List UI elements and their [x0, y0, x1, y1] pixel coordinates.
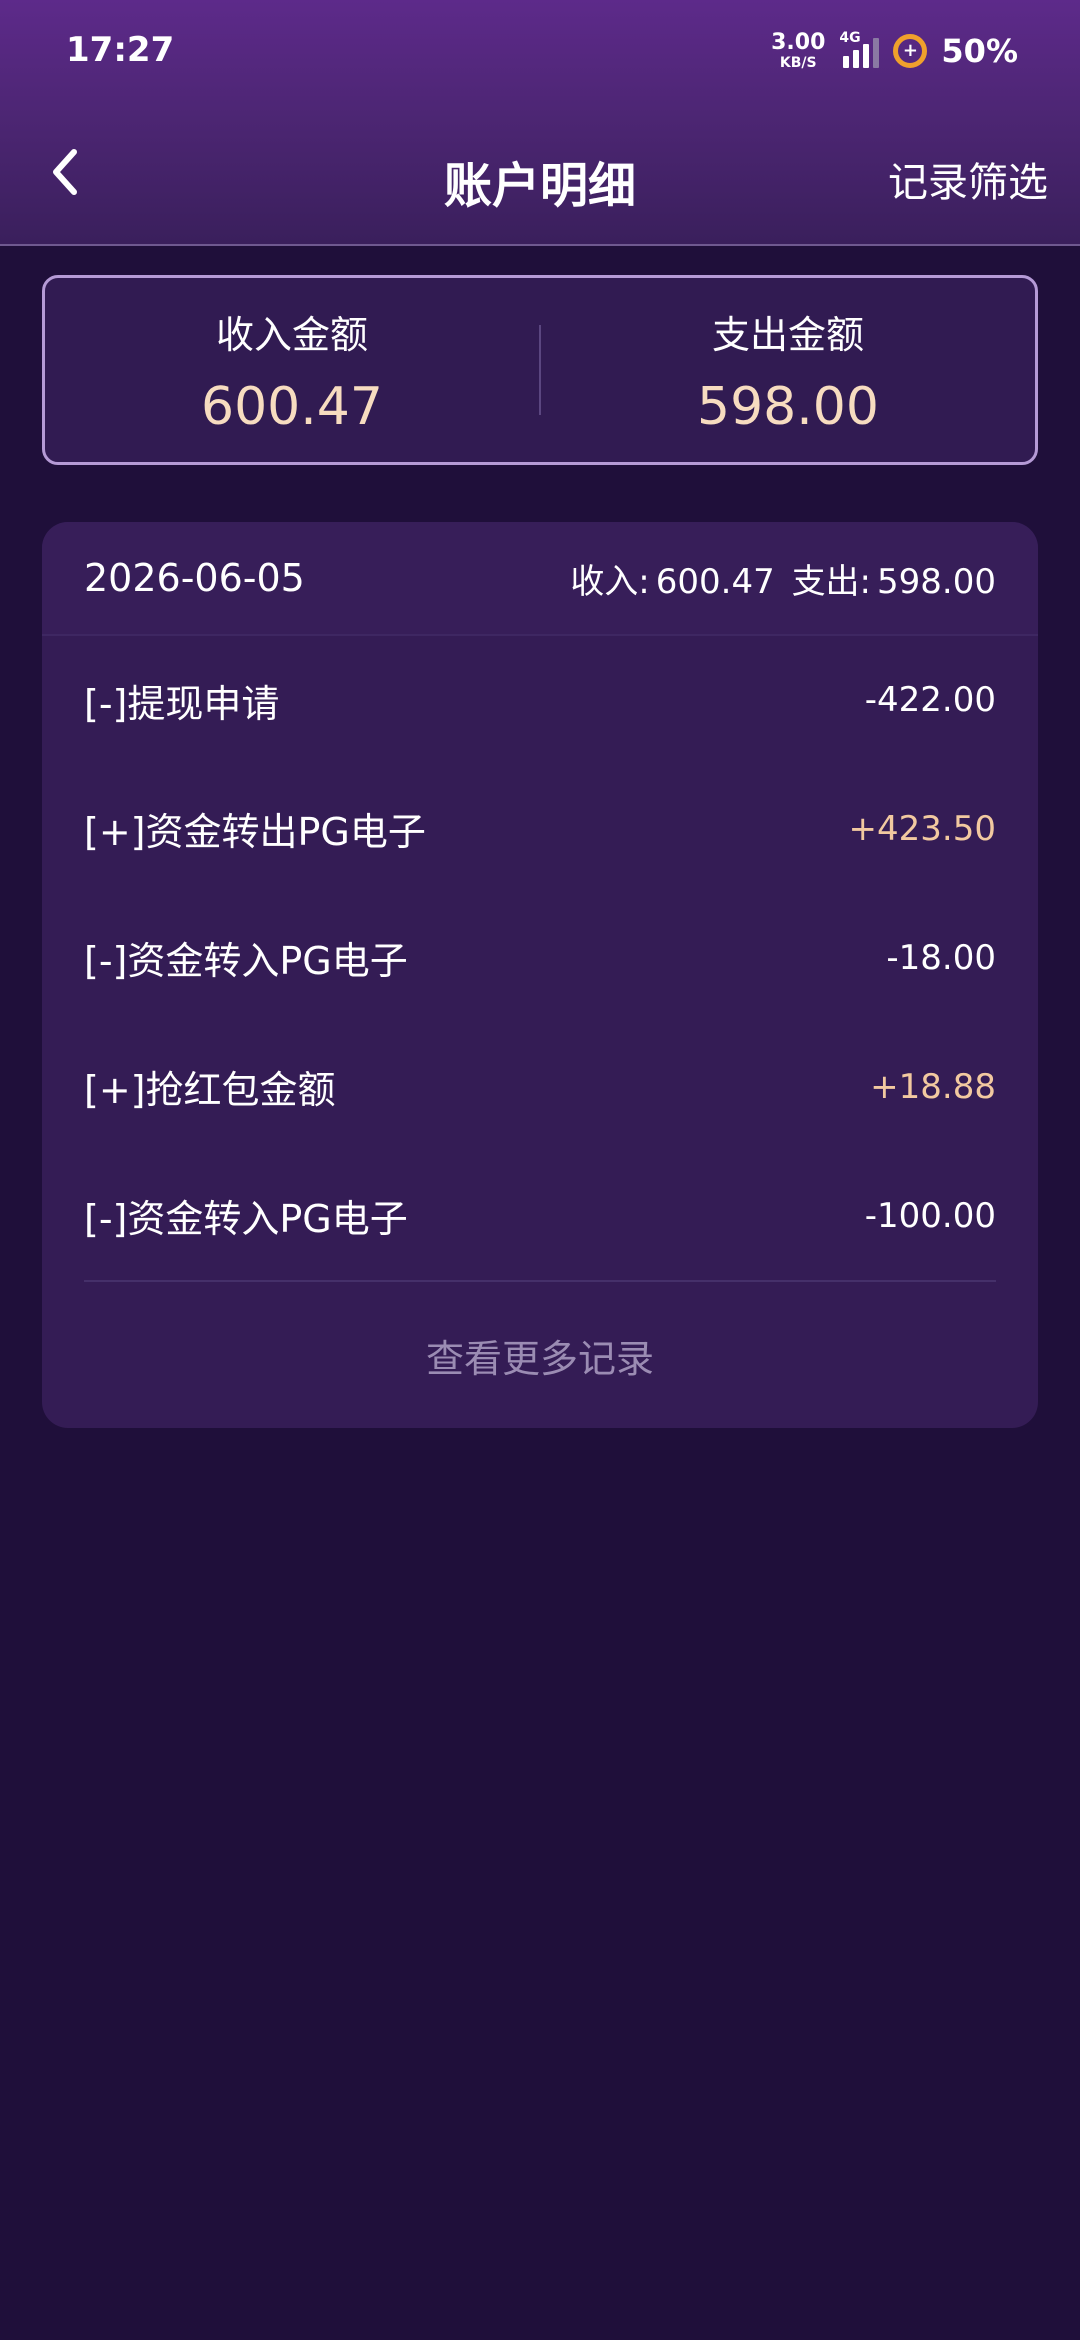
records-date-header: 2026-06-05 收入: 600.47 支出: 598.00	[42, 522, 1038, 636]
network-speed: 3.00 KB/S	[771, 30, 826, 71]
record-name: [-]提现申请	[84, 681, 280, 726]
day-income-label: 收入:	[570, 561, 650, 602]
record-amount: +423.50	[848, 808, 996, 849]
income-value: 600.47	[201, 376, 383, 437]
list-item[interactable]: [-]资金转入PG电子 -18.00	[84, 893, 996, 1022]
record-name: [+]资金转出PG电子	[84, 810, 426, 854]
list-item[interactable]: [+]抢红包金额 +18.88	[84, 1022, 996, 1151]
network-speed-unit: KB/S	[779, 55, 817, 71]
signal-bar	[843, 56, 850, 68]
list-item[interactable]: [-]提现申请 -422.00	[84, 636, 996, 764]
record-amount: -422.00	[864, 680, 996, 720]
network-speed-value: 3.00	[771, 30, 826, 55]
record-name: [-]资金转入PG电子	[84, 939, 408, 983]
record-name: [+]抢红包金额	[84, 1068, 336, 1112]
expense-value: 598.00	[697, 376, 879, 437]
income-summary: 收入金额 600.47	[45, 304, 539, 437]
battery-percent: 50%	[941, 32, 1018, 70]
signal-icon: 4G	[839, 30, 880, 68]
records-list: [-]提现申请 -422.00 [+]资金转出PG电子 +423.50 [-]资…	[42, 636, 1038, 1280]
records-card: 2026-06-05 收入: 600.47 支出: 598.00 [-]提现申请 -…	[42, 522, 1038, 1428]
list-item[interactable]: [-]资金转入PG电子 -100.00	[84, 1151, 996, 1280]
network-type: 4G	[839, 30, 861, 46]
record-filter-button[interactable]: 记录筛选	[888, 150, 1048, 208]
signal-bar	[873, 38, 880, 68]
status-bar: 17:27 3.00 KB/S 4G + 50%	[0, 0, 1080, 100]
header: 17:27 3.00 KB/S 4G + 50% 账户明细 记录筛选	[0, 0, 1080, 246]
income-label: 收入金额	[215, 312, 368, 357]
records-date: 2026-06-05	[84, 556, 305, 600]
expense-label: 支出金额	[711, 312, 864, 357]
day-expense-label: 支出:	[791, 561, 872, 602]
status-time: 17:27	[66, 30, 175, 70]
records-day-summary: 收入: 600.47 支出: 598.00	[564, 554, 996, 603]
expense-summary: 支出金额 598.00	[541, 304, 1035, 437]
record-amount: +18.88	[870, 1066, 996, 1107]
record-amount: -100.00	[864, 1195, 996, 1236]
nav-bar: 账户明细 记录筛选	[0, 120, 1080, 230]
list-item[interactable]: [+]资金转出PG电子 +423.50	[84, 764, 996, 893]
record-amount: -18.00	[886, 937, 996, 978]
battery-icon: +	[893, 34, 928, 68]
signal-bar	[853, 50, 860, 68]
status-icons: 3.00 KB/S 4G + 50%	[771, 28, 1018, 74]
day-income-value: 600.47	[655, 561, 775, 602]
summary-card: 收入金额 600.47 支出金额 598.00	[42, 275, 1038, 465]
record-name: [-]资金转入PG电子	[84, 1197, 408, 1241]
signal-bar	[863, 44, 870, 68]
day-expense-value: 598.00	[877, 561, 996, 602]
view-more-records-button[interactable]: 查看更多记录	[42, 1282, 1038, 1428]
